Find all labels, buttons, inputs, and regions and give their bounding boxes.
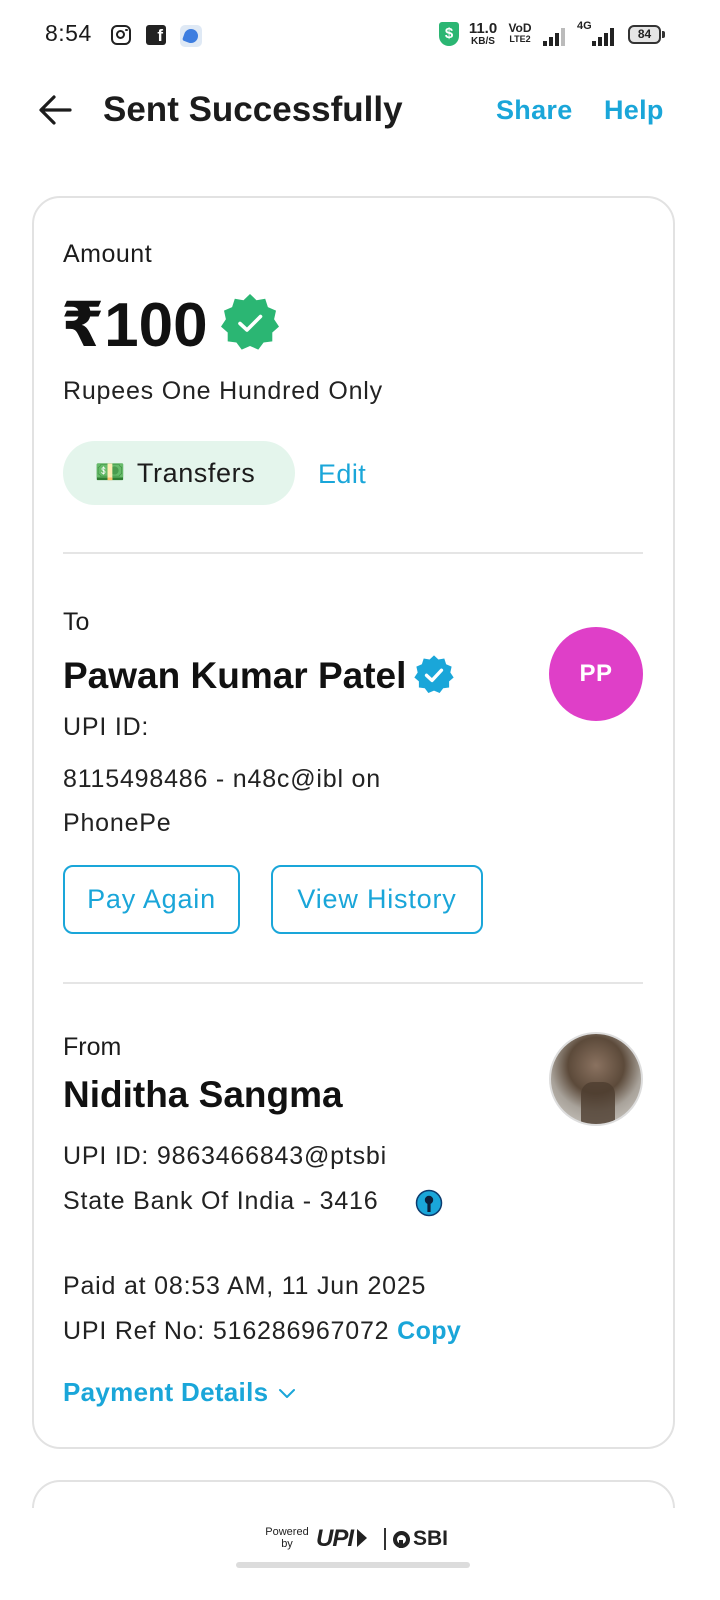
copy-ref-button[interactable]: Copy: [397, 1317, 461, 1345]
status-bar: 8:54 f $ 11.0 KB/S VoD LTE2 4G 84: [0, 0, 720, 70]
sender-upi-id: UPI ID: 9863466843@ptsbi: [63, 1142, 387, 1170]
battery-icon: 84: [628, 25, 665, 44]
volte-top: VoD: [508, 21, 532, 35]
signal-icon: [541, 26, 567, 46]
divider: [63, 982, 643, 984]
volte-indicator: VoD LTE2: [506, 22, 534, 44]
recipient-avatar: PP: [549, 627, 643, 721]
sbi-logo: SBI: [393, 1527, 448, 1551]
sender-avatar: [549, 1032, 643, 1126]
signal-icon-2: [588, 26, 616, 46]
facebook-icon: f: [146, 25, 166, 45]
network-speed-value: 11.0: [468, 20, 498, 37]
success-check-icon: [219, 292, 281, 354]
help-button[interactable]: Help: [604, 95, 664, 126]
amount-label: Amount: [63, 240, 153, 268]
category-label: Transfers: [136, 457, 256, 488]
recipient-name: Pawan Kumar Patel: [63, 655, 407, 696]
footer-separator: [384, 1528, 386, 1550]
sender-bank: State Bank Of India - 3416: [63, 1187, 379, 1215]
amount-value: ₹100: [61, 291, 208, 360]
shield-icon: $: [439, 22, 459, 46]
amount-in-words: Rupees One Hundred Only: [63, 377, 383, 405]
share-button[interactable]: Share: [496, 95, 573, 126]
divider: [63, 552, 643, 554]
volte-bottom: LTE2: [509, 34, 531, 44]
money-icon: 💵: [95, 459, 125, 486]
instagram-icon: [111, 25, 131, 45]
sbi-logo-text: SBI: [413, 1527, 449, 1550]
recipient-upi-label: UPI ID:: [63, 713, 150, 741]
paid-at-timestamp: Paid at 08:53 AM, 11 Jun 2025: [63, 1272, 427, 1300]
payment-details-toggle[interactable]: Payment Details: [63, 1377, 298, 1408]
category-chip[interactable]: 💵 Transfers: [63, 441, 295, 505]
sender-name: Niditha Sangma: [63, 1074, 343, 1115]
edit-category-button[interactable]: Edit: [318, 459, 366, 490]
recipient-upi-id: 8115498486 - n48c@ibl on PhonePe: [63, 765, 381, 837]
from-label: From: [63, 1033, 122, 1061]
home-indicator[interactable]: [236, 1562, 470, 1568]
upi-logo: UPI: [316, 1525, 368, 1552]
footer-background: [0, 1508, 720, 1600]
pay-again-button[interactable]: Pay Again: [63, 865, 240, 934]
app-icon: [180, 25, 202, 47]
to-label: To: [63, 608, 90, 636]
payment-details-label: Payment Details: [63, 1377, 269, 1407]
upi-ref-row: UPI Ref No: 516286967072 Copy: [63, 1317, 461, 1346]
verified-icon: [413, 654, 455, 696]
page-title: Sent Successfully: [103, 90, 403, 129]
sbi-logo-icon: [393, 1530, 410, 1548]
upi-ref-number: UPI Ref No: 516286967072: [63, 1317, 390, 1345]
chevron-down-icon: [279, 1388, 296, 1398]
status-time: 8:54: [45, 20, 92, 46]
view-history-button[interactable]: View History: [271, 865, 483, 934]
bank-logo-icon: [415, 1189, 443, 1217]
powered-by-label: Powered by: [265, 1526, 309, 1550]
network-speed-unit: KB/S: [471, 36, 495, 47]
network-speed: 11.0 KB/S: [466, 21, 500, 47]
back-arrow-icon[interactable]: [34, 88, 78, 132]
